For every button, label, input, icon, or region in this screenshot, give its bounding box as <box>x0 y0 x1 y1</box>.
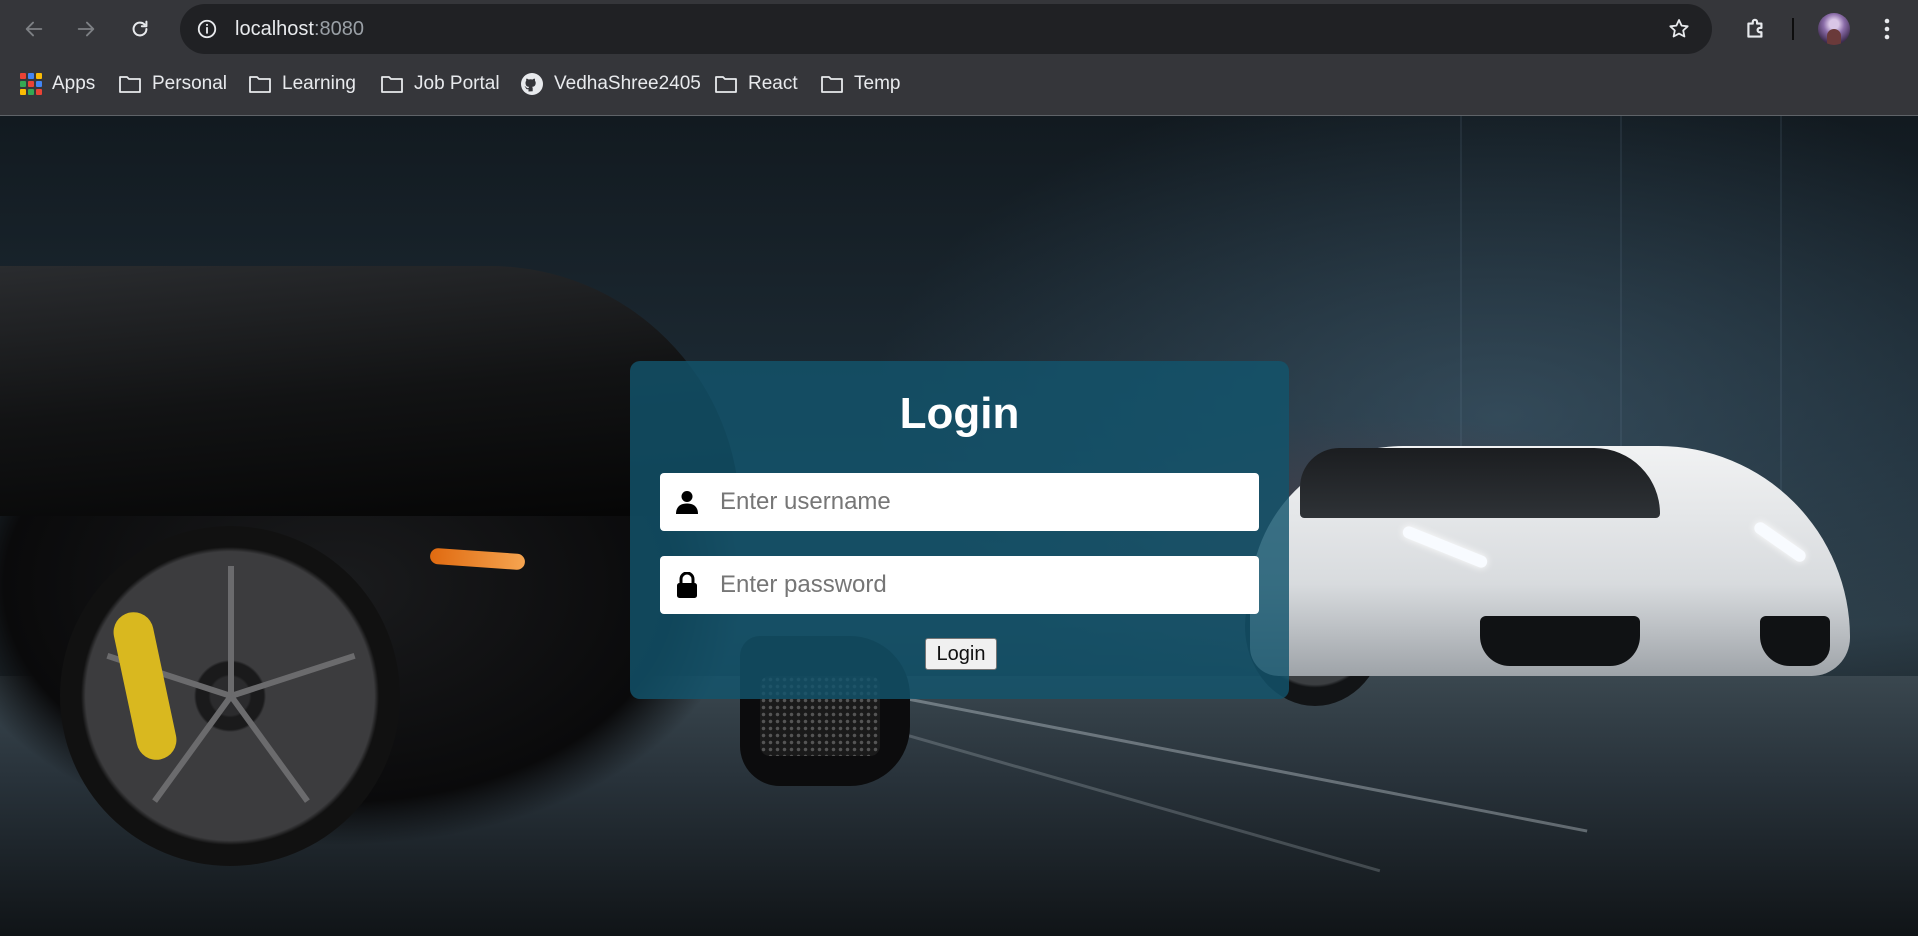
username-field[interactable] <box>660 473 1259 531</box>
black-car-wheel <box>60 526 400 866</box>
apps-grid-icon <box>20 73 42 95</box>
username-input[interactable] <box>714 474 1259 530</box>
profile-avatar[interactable] <box>1818 13 1850 45</box>
bookmark-label: Learning <box>282 73 356 94</box>
puzzle-icon <box>1747 18 1763 38</box>
folder-icon <box>119 76 141 93</box>
bookmark-label: Job Portal <box>414 73 500 94</box>
browser-menu-button[interactable] <box>1872 11 1902 47</box>
login-form: Login Login <box>630 361 1289 699</box>
bookmark-react[interactable]: React <box>714 68 798 100</box>
site-info-icon[interactable] <box>192 14 222 44</box>
back-button[interactable] <box>14 9 54 49</box>
bookmark-personal[interactable]: Personal <box>118 68 227 100</box>
login-button[interactable]: Login <box>925 638 997 670</box>
reload-icon <box>132 20 148 37</box>
lock-icon <box>660 556 714 614</box>
white-car-windshield <box>1300 448 1660 518</box>
bookmark-apps[interactable]: Apps <box>20 68 95 100</box>
url-port: :8080 <box>313 18 364 40</box>
extensions-button[interactable] <box>1738 11 1774 47</box>
github-icon <box>521 73 543 95</box>
browser-toolbar: localhost:8080 <box>0 0 1918 58</box>
bookmark-label: Apps <box>52 73 96 94</box>
folder-icon <box>249 76 271 93</box>
bookmark-label: VedhaShree2405 <box>554 73 701 94</box>
url-host: localhost <box>235 18 314 40</box>
bookmark-job-portal[interactable]: Job Portal <box>380 68 500 100</box>
password-input[interactable] <box>714 557 1259 613</box>
browser-chrome: localhost:8080 Apps Personal Learning Jo… <box>0 0 1918 116</box>
forward-button[interactable] <box>66 9 106 49</box>
folder-icon <box>715 76 737 93</box>
more-vert-icon <box>1884 18 1890 40</box>
bookmark-github-vedhashree[interactable]: VedhaShree2405 <box>520 68 701 100</box>
folder-icon <box>381 76 403 93</box>
arrow-right-icon <box>77 21 95 37</box>
bookmark-learning[interactable]: Learning <box>248 68 356 100</box>
bookmarks-bar: Apps Personal Learning Job Portal VedhaS… <box>0 62 1918 106</box>
bookmark-label: React <box>748 73 798 94</box>
password-field[interactable] <box>660 556 1259 614</box>
toolbar-divider <box>1792 18 1794 40</box>
white-car-intake <box>1480 616 1640 666</box>
bookmark-label: Temp <box>854 73 901 94</box>
bookmark-temp[interactable]: Temp <box>820 68 900 100</box>
address-url[interactable]: localhost:8080 <box>235 18 364 41</box>
bookmark-star-icon[interactable] <box>1664 14 1694 44</box>
login-title: Login <box>899 389 1020 438</box>
user-icon <box>660 473 714 531</box>
page-viewport: Login Login <box>0 116 1918 936</box>
reload-button[interactable] <box>120 9 160 49</box>
arrow-left-icon <box>25 21 43 37</box>
bookmark-label: Personal <box>152 73 227 94</box>
white-car-intake <box>1760 616 1830 666</box>
folder-icon <box>821 76 843 93</box>
address-bar[interactable]: localhost:8080 <box>180 4 1712 54</box>
